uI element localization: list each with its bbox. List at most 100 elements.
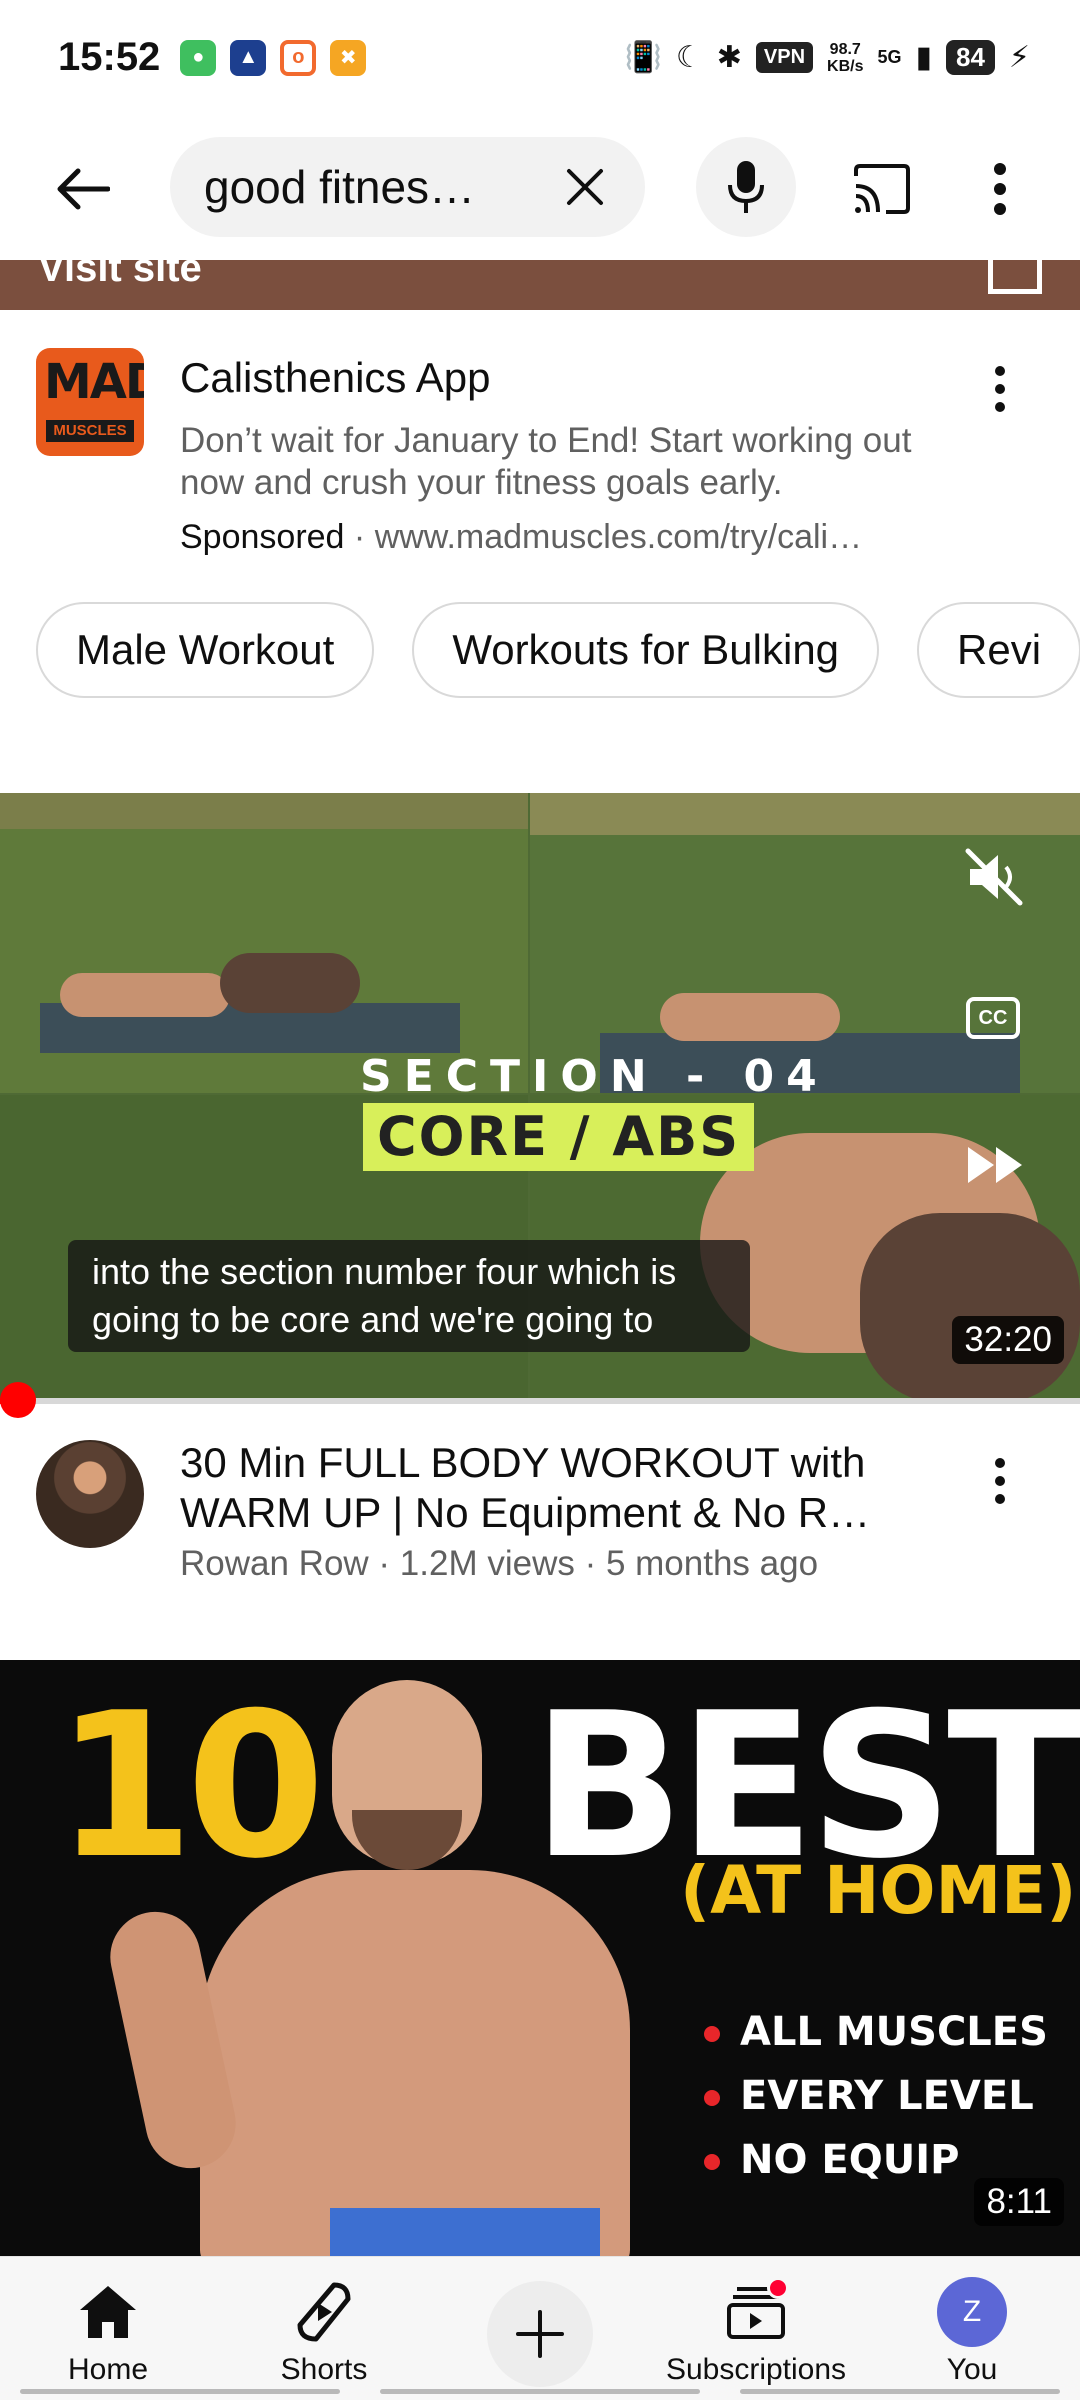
video-thumbnail[interactable]: 10 BEST (AT HOME) ALL MUSCLES EVERY LEVE… xyxy=(0,1660,1080,2256)
home-icon xyxy=(73,2277,143,2347)
nav-home[interactable]: Home xyxy=(8,2257,208,2400)
ad-description[interactable]: Don’t wait for January to End! Start wor… xyxy=(180,420,980,504)
video-player[interactable]: SECTION - 04 CORE / ABS CC into the sect… xyxy=(0,793,1080,1401)
logo-subtext: MUSCLES xyxy=(46,420,134,442)
video-more-button[interactable] xyxy=(975,1446,1025,1516)
chip-reviews[interactable]: Revi xyxy=(917,602,1080,698)
back-button[interactable] xyxy=(40,147,124,231)
video-title[interactable]: 30 Min FULL BODY WORKOUT with WARM UP | … xyxy=(180,1438,940,1538)
more-vertical-icon xyxy=(994,163,1006,215)
thumbnail-bullet: ALL MUSCLES xyxy=(704,2000,1048,2064)
fast-forward-icon xyxy=(968,1147,1022,1183)
nav-subscriptions-label: Subscriptions xyxy=(665,2353,847,2386)
moon-icon: ☾ xyxy=(675,41,703,74)
fast-forward-button[interactable] xyxy=(966,1143,1026,1187)
mute-button[interactable] xyxy=(962,845,1026,909)
nav-you-label: You xyxy=(946,2353,998,2386)
search-query: good fitnes… xyxy=(204,161,476,213)
ad-separator: · xyxy=(344,518,375,556)
advertiser-logo[interactable]: MAD MUSCLES xyxy=(36,348,144,456)
video-duration: 32:20 xyxy=(952,1316,1064,1364)
chip-workouts-for-bulking[interactable]: Workouts for Bulking xyxy=(412,602,880,698)
status-bar: 15:52 ● ▲ o ✖ 📳 ☾ ✱ VPN 98.7 KB/s 5G ▮ 8… xyxy=(0,0,1080,115)
thumbnail-person xyxy=(330,2208,600,2256)
thumbnail-number: 10 xyxy=(55,1670,325,1903)
nav-you[interactable]: Z You xyxy=(872,2257,1072,2400)
sponsored-label: Sponsored xyxy=(180,518,345,556)
net-speed-value: 98.7 xyxy=(829,40,861,58)
charging-icon: ⚡ xyxy=(1008,41,1030,74)
bluetooth-icon: ✱ xyxy=(716,41,742,74)
status-time: 15:52 xyxy=(58,35,161,79)
microphone-icon xyxy=(728,161,764,213)
video-duration: 8:11 xyxy=(974,2178,1064,2226)
cast-icon xyxy=(854,164,910,214)
nav-subscriptions[interactable]: Subscriptions xyxy=(656,2257,856,2400)
close-icon xyxy=(567,169,603,205)
gesture-bar xyxy=(0,2389,1080,2394)
battery-level: 84 xyxy=(946,40,995,75)
caption-line: into the section number four which is xyxy=(92,1251,677,1292)
thumbnail-bullet: EVERY LEVEL xyxy=(704,2064,1048,2128)
ad-meta: Sponsored · www.madmuscles.com/try/cali… xyxy=(180,518,960,557)
overlay-title-text: CORE / ABS xyxy=(363,1103,755,1171)
thumbnail-person xyxy=(200,1870,630,2256)
volume-muted-icon xyxy=(965,848,1023,906)
thumbnail-person xyxy=(352,1810,462,1870)
caption-line: going to be core and we're going to xyxy=(92,1299,654,1340)
back-arrow-icon xyxy=(57,168,110,210)
vibrate-icon: 📳 xyxy=(624,41,662,74)
app-notification-icon: ● xyxy=(180,39,217,76)
more-vertical-icon xyxy=(995,1458,1005,1504)
new-content-dot xyxy=(767,2277,789,2299)
closed-caption: into the section number four which is go… xyxy=(68,1240,750,1352)
ad-url[interactable]: www.madmuscles.com/try/cali… xyxy=(375,518,862,556)
athlete-figure xyxy=(60,973,230,1017)
athlete-figure xyxy=(860,1213,1080,1401)
ad-chips: Male Workout Workouts for Bulking Revi xyxy=(36,602,1080,698)
search-header: good fitnes… xyxy=(0,115,1080,260)
video-scrubber-handle[interactable] xyxy=(0,1382,36,1418)
athlete-figure xyxy=(220,953,360,1013)
ad-more-button[interactable] xyxy=(975,354,1025,424)
chip-male-workout[interactable]: Male Workout xyxy=(36,602,375,698)
captions-button[interactable]: CC xyxy=(966,997,1020,1039)
open-external-icon xyxy=(988,260,1042,294)
video-meta: Rowan Row · 1.2M views · 5 months ago xyxy=(180,1544,819,1583)
bottom-navigation: Home Shorts Subscriptions Z You xyxy=(0,2256,1080,2400)
nav-shorts-label: Shorts xyxy=(280,2353,368,2386)
video-progress-bar[interactable] xyxy=(0,1398,1080,1404)
voice-search-button[interactable] xyxy=(696,137,796,237)
app-notification-icon: ▲ xyxy=(230,39,267,76)
nav-shorts[interactable]: Shorts xyxy=(224,2257,424,2400)
more-options-button[interactable] xyxy=(970,147,1030,231)
shorts-icon xyxy=(289,2277,359,2347)
ad-title[interactable]: Calisthenics App xyxy=(180,354,491,402)
network-type: 5G xyxy=(877,47,902,67)
net-speed: 98.7 KB/s xyxy=(827,41,863,75)
app-notification-icon: ✖ xyxy=(330,39,367,76)
visit-site-button[interactable]: Visit site xyxy=(0,260,1080,310)
vpn-badge: VPN xyxy=(755,42,814,73)
visit-site-label: Visit site xyxy=(38,260,202,290)
search-input[interactable]: good fitnes… xyxy=(170,137,645,237)
create-button[interactable] xyxy=(487,2281,593,2387)
subscriptions-icon xyxy=(721,2277,791,2347)
athlete-figure xyxy=(660,993,840,1041)
status-right: 📳 ☾ ✱ VPN 98.7 KB/s 5G ▮ 84 ⚡ xyxy=(624,40,1030,75)
overlay-section-text: SECTION - 04 xyxy=(360,1051,829,1102)
net-speed-unit: KB/s xyxy=(827,57,864,75)
video-info[interactable]: 30 Min FULL BODY WORKOUT with WARM UP | … xyxy=(0,1420,1080,1583)
more-vertical-icon xyxy=(995,366,1005,412)
sponsored-ad[interactable]: MAD MUSCLES Calisthenics App Don’t wait … xyxy=(0,310,1080,570)
nav-home-label: Home xyxy=(67,2353,149,2386)
thumbnail-bullets: ALL MUSCLES EVERY LEVEL NO EQUIP xyxy=(704,2000,1048,2192)
cast-button[interactable] xyxy=(840,147,924,231)
plus-icon xyxy=(516,2310,564,2358)
clear-search-button[interactable] xyxy=(555,157,615,217)
notification-icons: ● ▲ o ✖ xyxy=(180,39,367,76)
signal-icon: ▮ xyxy=(915,41,932,74)
channel-avatar[interactable] xyxy=(36,1440,144,1548)
logo-text: MAD xyxy=(44,354,144,410)
app-notification-icon: o xyxy=(280,39,317,76)
